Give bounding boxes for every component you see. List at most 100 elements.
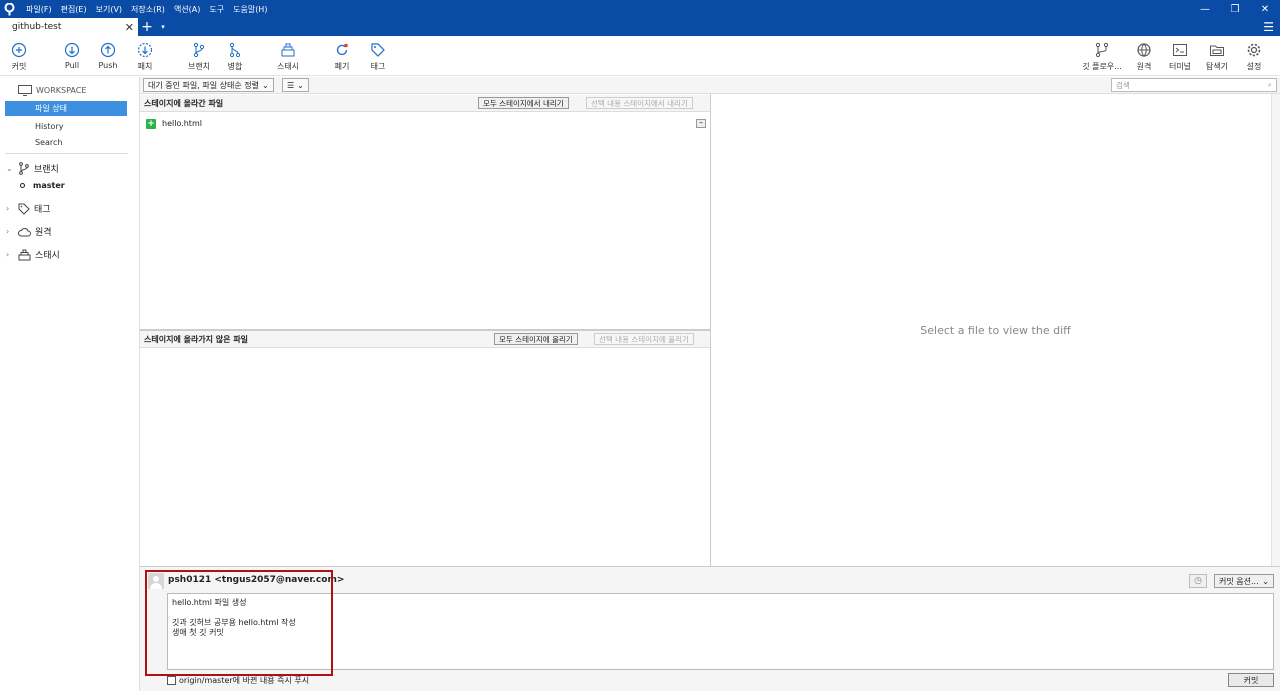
chevron-right-icon: › — [6, 204, 10, 213]
commit-toolbar-label: 커밋 — [11, 62, 27, 71]
commit-panel: psh0121 <tngus2057@naver.com> ◷ 커밋 옵션...… — [140, 566, 1280, 691]
repo-tab[interactable]: github-test ✕ — [0, 18, 138, 36]
view-mode-select[interactable]: ☰ ⌄ — [282, 78, 309, 92]
commit-toolbar-button[interactable]: 커밋 — [0, 42, 41, 72]
commit-author: psh0121 <tngus2057@naver.com> — [168, 575, 345, 585]
menu-repository[interactable]: 저장소(R) — [131, 4, 165, 15]
commit-options-select[interactable]: 커밋 옵션... ⌄ — [1214, 574, 1274, 588]
file-added-icon: + — [146, 118, 156, 129]
sidebar-group-remotes[interactable]: › 원격 — [6, 225, 52, 238]
list-view-icon: ☰ — [287, 80, 295, 90]
staged-file-row[interactable]: + hello.html – — [146, 117, 708, 130]
menu-bar: 파일(F) 편집(E) 보기(V) 저장소(R) 액션(A) 도구 도움말(H) — [26, 4, 267, 15]
menu-help[interactable]: 도움말(H) — [233, 4, 267, 15]
pull-icon — [64, 42, 80, 58]
tab-bar: github-test ✕ + ▾ ☰ — [0, 18, 1280, 36]
terminal-icon — [1173, 44, 1187, 56]
stash-icon — [281, 43, 295, 57]
filter-bar: 대기 중인 파일, 파일 상태순 정렬 ⌄ ☰ ⌄ 검색 ⌕ — [140, 77, 1280, 94]
branches-label: 브랜치 — [34, 165, 59, 175]
chevron-down-icon: ⌄ — [261, 80, 269, 90]
stage-all-button[interactable]: 모두 스테이지에 올리기 — [494, 333, 578, 345]
stash-label: 스태시 — [276, 62, 300, 71]
push-immediately-option[interactable]: origin/master에 바뀐 내용 즉시 푸시 — [167, 675, 309, 686]
fetch-label: 패치 — [137, 62, 153, 71]
fetch-icon — [137, 42, 153, 58]
branch-item-master[interactable]: master — [20, 181, 65, 190]
menu-view[interactable]: 보기(V) — [96, 4, 122, 15]
stashes-label: 스태시 — [35, 251, 60, 261]
file-status-filter-select[interactable]: 대기 중인 파일, 파일 상태순 정렬 ⌄ — [143, 78, 274, 92]
branch-icon — [193, 42, 205, 58]
commit-message-input[interactable]: hello.html 파일 생성 깃과 깃허브 공부용 hello.html 작… — [167, 593, 1274, 670]
terminal-label: 터미널 — [1168, 62, 1192, 71]
sourcetree-logo-icon — [0, 0, 18, 18]
stash-button[interactable]: 스태시 — [266, 42, 310, 72]
diff-scrollbar[interactable] — [1271, 94, 1280, 566]
discard-icon — [336, 43, 348, 56]
sidebar-item-history[interactable]: History — [5, 119, 127, 134]
explorer-label: 탐색기 — [1205, 62, 1229, 71]
gitflow-icon — [1095, 42, 1109, 58]
folder-icon — [1210, 45, 1224, 56]
sidebar-group-tags[interactable]: › 태그 — [6, 202, 51, 215]
gitflow-button[interactable]: 깃 플로우... — [1080, 42, 1124, 72]
unstage-file-button[interactable]: – — [696, 119, 706, 128]
fetch-button[interactable]: 패치 — [123, 42, 167, 72]
tab-list-dropdown[interactable]: ▾ — [156, 18, 170, 36]
staged-files-header: 스테이지에 올라간 파일 모두 스테이지에서 내리기 선택 내용 스테이지에서 … — [140, 95, 710, 112]
hamburger-menu-icon[interactable]: ☰ — [1263, 18, 1274, 36]
unstage-all-button[interactable]: 모두 스테이지에서 내리기 — [478, 97, 569, 109]
branch-label: 브랜치 — [187, 62, 211, 71]
unstaged-files-title: 스테이지에 올라가지 않은 파일 — [144, 334, 249, 344]
merge-label: 병합 — [227, 62, 243, 71]
repo-tab-title: github-test — [12, 22, 62, 32]
unstage-selected-button[interactable]: 선택 내용 스테이지에서 내리기 — [586, 97, 693, 109]
push-immediately-checkbox[interactable] — [167, 676, 176, 685]
restore-button[interactable]: ❐ — [1220, 0, 1250, 18]
search-icon: ⌕ — [1267, 80, 1272, 89]
search-input[interactable]: 검색 ⌕ — [1111, 78, 1277, 92]
search-placeholder: 검색 — [1116, 80, 1130, 90]
minimize-button[interactable]: — — [1190, 0, 1220, 18]
menu-file[interactable]: 파일(F) — [26, 4, 52, 15]
chevron-down-icon: ⌄ — [297, 80, 304, 90]
avatar — [148, 573, 164, 589]
workspace-label: WORKSPACE — [36, 86, 87, 95]
file-status-filter-value: 대기 중인 파일, 파일 상태순 정렬 — [148, 80, 259, 90]
commit-button[interactable]: 커밋 — [1228, 673, 1274, 687]
staged-file-name: hello.html — [162, 119, 202, 128]
commit-history-button[interactable]: ◷ — [1189, 574, 1207, 588]
cloud-icon — [18, 227, 31, 236]
unstaged-files-header: 스테이지에 올라가지 않은 파일 모두 스테이지에 올리기 선택 내용 스테이지… — [140, 331, 710, 348]
branch-icon — [19, 162, 29, 175]
sidebar-item-search[interactable]: Search — [5, 135, 127, 150]
tag-button[interactable]: 태그 — [356, 42, 400, 72]
sidebar-group-stashes[interactable]: › 스태시 — [6, 248, 60, 261]
tag-label: 태그 — [370, 62, 386, 71]
stage-selected-button[interactable]: 선택 내용 스테이지에 올리기 — [594, 333, 694, 345]
merge-icon — [229, 42, 241, 58]
settings-label: 설정 — [1246, 62, 1262, 71]
discard-label: 폐기 — [334, 62, 350, 71]
push-immediately-label: origin/master에 바뀐 내용 즉시 푸시 — [179, 676, 310, 685]
title-bar: 파일(F) 편집(E) 보기(V) 저장소(R) 액션(A) 도구 도움말(H)… — [0, 0, 1280, 18]
chevron-down-icon: ⌄ — [1262, 576, 1269, 586]
toolbar: 커밋 Pull Push 패치 브랜치 병합 스태시 폐기 태그 깃 플로우..… — [0, 36, 1280, 76]
settings-button[interactable]: 설정 — [1232, 42, 1276, 72]
menu-edit[interactable]: 편집(E) — [61, 4, 87, 15]
menu-tools[interactable]: 도구 — [209, 4, 224, 15]
push-label: Push — [98, 61, 118, 70]
diff-placeholder: Select a file to view the diff — [920, 323, 1071, 337]
gear-icon — [1247, 43, 1261, 57]
merge-button[interactable]: 병합 — [213, 42, 257, 72]
sidebar-item-file-status[interactable]: 파일 상태 — [5, 101, 127, 116]
menu-actions[interactable]: 액션(A) — [174, 4, 200, 15]
close-tab-icon[interactable]: ✕ — [125, 21, 134, 34]
pull-label: Pull — [64, 61, 80, 70]
tag-icon — [18, 203, 30, 215]
sidebar: WORKSPACE 파일 상태 History Search ⌄ 브랜치 mas… — [0, 77, 140, 691]
sidebar-group-branches[interactable]: ⌄ 브랜치 — [6, 162, 59, 175]
new-tab-button[interactable]: + — [138, 18, 156, 36]
close-window-button[interactable]: ✕ — [1250, 0, 1280, 18]
